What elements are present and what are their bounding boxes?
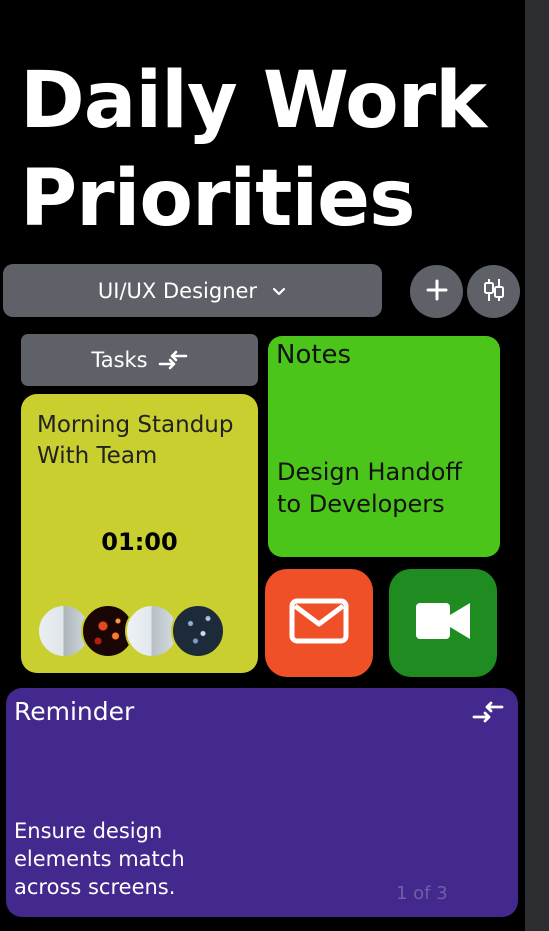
reminder-text: Ensure design elements match across scre… [14,819,185,899]
tasks-button-label: Tasks [91,348,148,372]
mail-icon [289,598,349,648]
page-indicator: 1 of 3 [396,883,448,904]
mail-button[interactable] [265,569,373,677]
task-time: 01:00 [101,528,178,556]
video-camera-icon [416,603,470,643]
notes-text: Design Handoff to Developers [277,458,462,518]
reminder-card[interactable]: Reminder Ensure design elements match ac… [6,688,518,917]
plus-icon [425,278,449,306]
swap-arrows-icon [158,349,188,371]
page-title: Daily Work Priorities [20,56,487,244]
participant-avatars [37,604,247,658]
scrollbar[interactable] [525,0,549,931]
avatar[interactable] [171,604,225,658]
task-card[interactable]: Morning Standup With Team 01:00 [21,394,258,673]
video-call-button[interactable] [389,569,497,677]
swap-arrows-icon[interactable] [472,700,504,728]
add-button[interactable] [410,265,463,318]
role-dropdown-label: UI/UX Designer [97,278,258,303]
task-title: Morning Standup With Team [37,412,234,469]
filter-button[interactable] [467,265,520,318]
filter-icon [481,277,507,307]
notes-label: Notes [276,340,352,370]
chevron-down-icon [271,283,287,299]
notes-card[interactable]: Notes Design Handoff to Developers [268,336,500,557]
role-dropdown[interactable]: UI/UX Designer [3,264,382,317]
tasks-toggle-button[interactable]: Tasks [21,334,258,386]
reminder-label: Reminder [14,697,135,726]
